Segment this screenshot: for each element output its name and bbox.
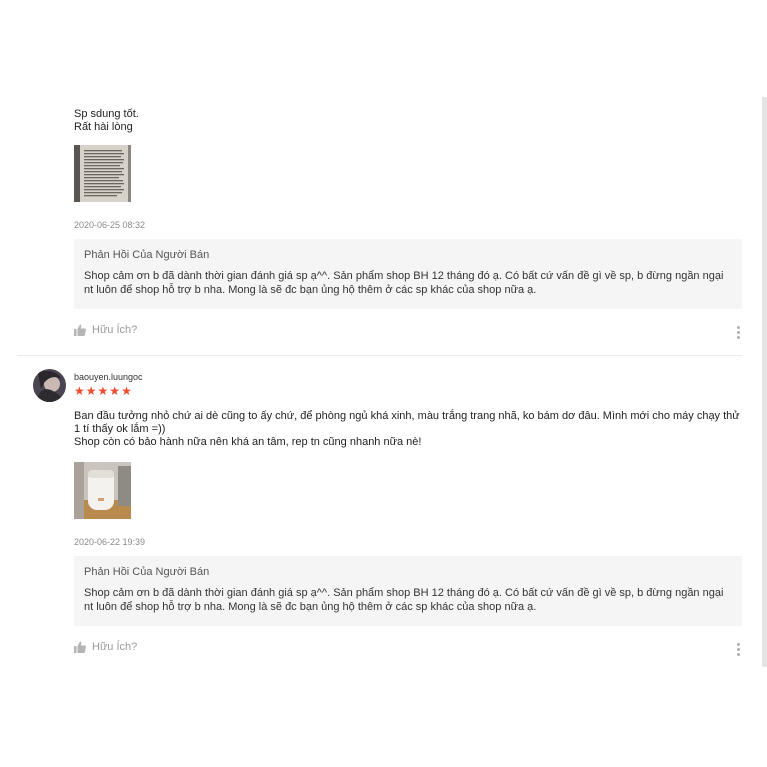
seller-reply-title: Phản Hồi Của Người Bán — [84, 249, 210, 261]
review-text-line: Shop còn có bảo hành nữa nên khá an tâm,… — [74, 436, 422, 448]
review-timestamp: 2020-06-22 19:39 — [74, 537, 146, 547]
review-text: Ban đầu tưởng nhỏ chứ ai dè cũng to ấy c… — [74, 410, 742, 449]
review-item: Sp sdung tốt. Rất hài lòng 2020-06-25 08… — [74, 108, 742, 340]
review-text-line: Ban đầu tưởng nhỏ chứ ai dè cũng to ấy c… — [74, 410, 740, 435]
reviewer-username[interactable]: baouyen.luungoc — [74, 372, 742, 382]
helpful-label: Hữu Ích? — [92, 324, 138, 336]
star-icon: ★ — [85, 384, 97, 398]
review-actions: Hữu Ích? — [74, 641, 742, 657]
seller-reply: Phản Hồi Của Người Bán Shop cảm ơn b đã … — [74, 556, 742, 626]
star-icon: ★ — [109, 384, 121, 398]
star-rating: ★ ★ ★ ★ ★ — [74, 385, 742, 397]
helpful-label: Hữu Ích? — [92, 641, 138, 653]
star-icon: ★ — [121, 384, 132, 398]
scrollbar[interactable] — [762, 97, 767, 667]
more-options-icon[interactable] — [737, 643, 741, 657]
humidifier-photo — [74, 462, 131, 519]
helpful-button[interactable]: Hữu Ích? — [74, 324, 137, 336]
review-timestamp: 2020-06-25 08:32 — [74, 220, 146, 230]
divider — [17, 355, 742, 356]
seller-reply-text: Shop cảm ơn b đã dành thời gian đánh giá… — [84, 587, 724, 613]
star-icon: ★ — [74, 384, 85, 398]
more-options-icon[interactable] — [737, 326, 741, 340]
user-avatar-icon — [33, 369, 66, 402]
helpful-button[interactable]: Hữu Ích? — [74, 641, 137, 653]
review-text-line: Sp sdung tốt. — [74, 108, 139, 120]
seller-reply-title: Phản Hồi Của Người Bán — [84, 566, 210, 578]
star-icon: ★ — [97, 384, 109, 398]
review-photo[interactable] — [74, 145, 131, 202]
thumbs-up-icon — [74, 324, 86, 336]
review-item: baouyen.luungoc ★ ★ ★ ★ ★ Ban đầu tưởng … — [74, 372, 742, 657]
book-page-photo — [74, 145, 131, 202]
avatar[interactable] — [33, 369, 66, 402]
review-photo[interactable] — [74, 462, 131, 519]
seller-reply: Phản Hồi Của Người Bán Shop cảm ơn b đã … — [74, 239, 742, 309]
seller-reply-text: Shop cảm ơn b đã dành thời gian đánh giá… — [84, 270, 724, 296]
thumbs-up-icon — [74, 641, 86, 653]
review-text-line: Rất hài lòng — [74, 121, 133, 133]
review-actions: Hữu Ích? — [74, 324, 742, 340]
review-text: Sp sdung tốt. Rất hài lòng — [74, 108, 742, 134]
